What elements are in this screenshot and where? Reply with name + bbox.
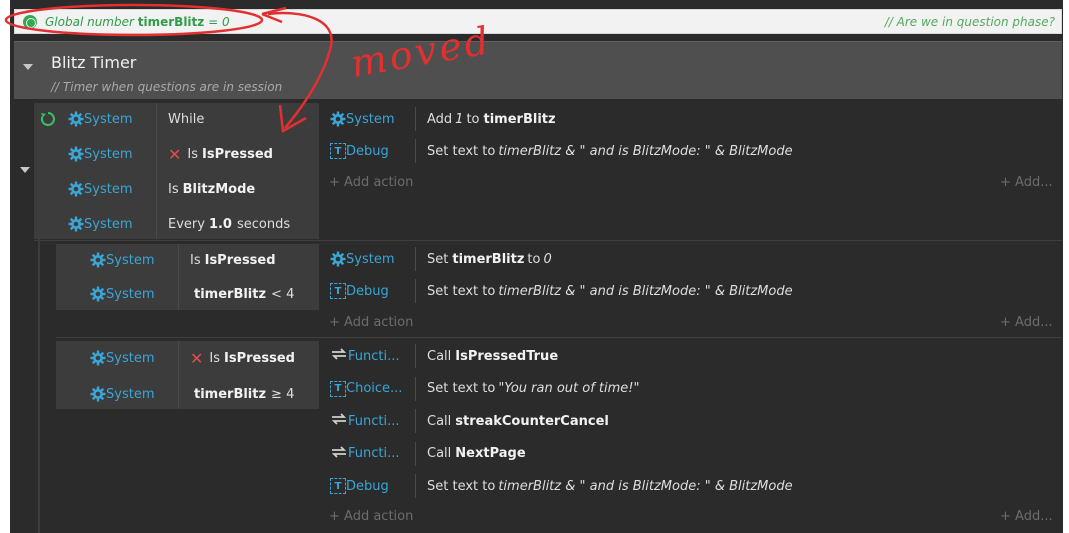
event-separator bbox=[56, 337, 1062, 338]
column-separator bbox=[415, 441, 416, 466]
add-more-link[interactable]: + Add... bbox=[1000, 175, 1053, 190]
global-variable-row[interactable]: Global number timerBlitz = 0 // Are we i… bbox=[14, 9, 1062, 34]
action-object[interactable]: T Debug bbox=[330, 275, 389, 307]
text-object-icon: T bbox=[330, 380, 346, 397]
group-title: Blitz Timer bbox=[51, 53, 137, 72]
gear-icon bbox=[68, 216, 84, 232]
action-text[interactable]: Add 1 to timerBlitz bbox=[427, 103, 559, 135]
action-object[interactable]: Functi... bbox=[330, 438, 400, 470]
global-variable-comment: // Are we in question phase? bbox=[884, 15, 1055, 29]
column-separator bbox=[415, 474, 416, 498]
group-blitz-timer[interactable]: Blitz Timer // Timer when questions are … bbox=[14, 41, 1062, 99]
gear-icon bbox=[330, 251, 346, 267]
action-row[interactable]: T Debug Set text to timerBlitz & " and is B… bbox=[0, 470, 1060, 502]
condition-object[interactable]: System bbox=[68, 173, 132, 205]
action-row[interactable]: System Set timerBlitz to 0 bbox=[0, 243, 1060, 275]
condition-text[interactable]: Is BlitzMode bbox=[168, 173, 258, 205]
text-object-icon: T bbox=[330, 143, 346, 159]
condition-text[interactable]: Every 1.0 seconds bbox=[168, 208, 290, 240]
action-object[interactable]: Functi... bbox=[330, 340, 400, 372]
collapse-triangle-icon[interactable] bbox=[23, 64, 33, 70]
gear-icon bbox=[68, 181, 84, 197]
action-text[interactable]: Set timerBlitz to 0 bbox=[427, 243, 555, 275]
action-text[interactable]: Set text to timerBlitz & " and is BlitzMo… bbox=[427, 470, 796, 502]
condition-row[interactable]: System Every 1.0 seconds bbox=[0, 208, 320, 240]
column-separator bbox=[415, 279, 416, 303]
action-object[interactable]: T Choice... bbox=[330, 373, 402, 405]
action-row[interactable]: Functi... Call streakCounterCancel bbox=[0, 405, 1060, 437]
function-icon bbox=[330, 346, 348, 366]
action-object[interactable]: T Debug bbox=[330, 135, 389, 167]
action-text[interactable]: Set text to timerBlitz & " and is BlitzMo… bbox=[427, 135, 796, 167]
action-text[interactable]: Call NextPage bbox=[427, 438, 529, 470]
action-row[interactable]: System Add 1 to timerBlitz bbox=[0, 103, 1060, 135]
action-row[interactable]: T Choice... Set text to "You ran out of tim… bbox=[0, 373, 1060, 405]
column-separator bbox=[415, 344, 416, 368]
action-object[interactable]: System bbox=[330, 243, 394, 275]
action-text[interactable]: Call streakCounterCancel bbox=[427, 405, 612, 437]
condition-object[interactable]: System bbox=[68, 208, 132, 240]
global-variable-name: timerBlitz bbox=[137, 15, 205, 29]
add-action-link[interactable]: + Add action bbox=[329, 315, 413, 330]
column-separator bbox=[415, 409, 416, 433]
action-object[interactable]: T Debug bbox=[330, 470, 389, 502]
global-variable-text: Global number timerBlitz = 0 bbox=[45, 15, 230, 29]
column-separator bbox=[415, 139, 416, 163]
action-text[interactable]: Set text to timerBlitz & " and is BlitzMo… bbox=[427, 275, 796, 307]
add-action-link[interactable]: + Add action bbox=[329, 509, 413, 524]
globe-icon bbox=[23, 15, 37, 29]
function-icon bbox=[330, 444, 348, 464]
column-separator bbox=[415, 107, 416, 131]
text-object-icon: T bbox=[330, 283, 346, 299]
action-object[interactable]: System bbox=[330, 103, 394, 135]
event-separator bbox=[34, 240, 1062, 241]
function-icon bbox=[330, 411, 348, 431]
add-more-link[interactable]: + Add... bbox=[1000, 509, 1053, 524]
action-row[interactable]: T Debug Set text to timerBlitz & " and is B… bbox=[0, 135, 1060, 167]
add-action-link[interactable]: + Add action bbox=[329, 175, 413, 190]
action-row[interactable]: Functi... Call NextPage bbox=[0, 438, 1060, 470]
add-more-link[interactable]: + Add... bbox=[1000, 315, 1053, 330]
column-separator bbox=[415, 376, 416, 401]
condition-row[interactable]: System Is BlitzMode bbox=[0, 173, 320, 205]
action-text[interactable]: Call IsPressedTrue bbox=[427, 340, 561, 372]
text-object-icon: T bbox=[330, 478, 346, 494]
action-row[interactable]: T Debug Set text to timerBlitz & " and is B… bbox=[0, 275, 1060, 307]
gear-icon bbox=[330, 111, 346, 127]
action-object[interactable]: Functi... bbox=[330, 405, 400, 437]
action-row[interactable]: Functi... Call IsPressedTrue bbox=[0, 340, 1060, 372]
action-text[interactable]: Set text to "You ran out of time!" bbox=[427, 373, 642, 405]
group-comment: // Timer when questions are in session bbox=[51, 80, 283, 94]
column-separator bbox=[415, 247, 416, 271]
